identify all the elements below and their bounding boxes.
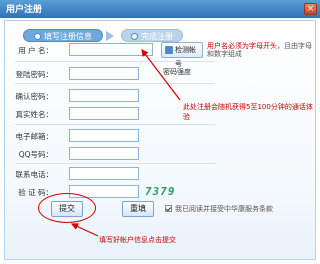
qq-label: QQ号码： (18, 150, 53, 159)
divider (15, 124, 215, 125)
window-title: 用户注册 (6, 5, 43, 15)
check-account-label: 检测帐号 (175, 46, 196, 68)
divider (15, 83, 215, 84)
username-label: 用 户 名： (18, 46, 53, 55)
qq-input[interactable] (69, 147, 139, 160)
agree-terms[interactable]: 我已阅读并接受中华康服务条款 (165, 204, 273, 214)
registration-panel: 填写注册信息 完成注册 用 户 名： 检测帐号 用户名必须为字母开头，且由字母和… (4, 20, 316, 260)
phone-input[interactable] (69, 167, 139, 180)
search-icon (165, 46, 173, 54)
password-label: 登陆密码： (15, 70, 54, 79)
title-bar: 用户注册 × (0, 0, 320, 18)
check-account-button[interactable]: 检测帐号 (161, 42, 203, 68)
divider (15, 163, 215, 164)
email-label: 电子邮箱： (15, 132, 54, 141)
realname-input[interactable] (69, 107, 139, 120)
agree-terms-label: 我已阅读并接受中华康服务条款 (175, 205, 273, 213)
step-dot-icon (131, 33, 138, 40)
step-1-label: 填写注册信息 (44, 32, 92, 41)
email-input[interactable] (69, 129, 139, 142)
step-dot-icon (34, 33, 41, 40)
step-arrow-icon (106, 31, 114, 41)
close-button[interactable]: × (304, 3, 317, 15)
confirm-password-label: 确认密码： (15, 92, 54, 101)
step-2-label: 完成注册 (141, 32, 173, 41)
call-trial-note: 此处注册会随机获得5至100分钟的通话体验 (183, 103, 313, 121)
password-strength-label: 密码强度 (163, 68, 191, 76)
submit-button[interactable]: 提交 (51, 201, 83, 217)
divider (15, 61, 215, 62)
step-complete: 完成注册 (121, 29, 183, 42)
username-rule-note: 用户名必须为字母开头，且由字母和数字组成 (207, 42, 315, 58)
step-fill-info: 填写注册信息 (23, 29, 103, 42)
phone-label: 联系电话： (15, 170, 54, 179)
realname-label: 真实姓名： (15, 110, 54, 119)
captcha-image[interactable]: 7379 (145, 185, 185, 198)
submit-note: 填写好帐户信息点击提交 (99, 236, 176, 244)
reset-button[interactable]: 重填 (122, 201, 154, 217)
confirm-password-input[interactable] (69, 89, 139, 102)
username-rule-text: 用户名必须为字母开头 (207, 42, 277, 50)
username-input[interactable] (69, 43, 153, 56)
password-input[interactable] (69, 67, 139, 80)
agree-checkbox[interactable] (165, 205, 172, 212)
